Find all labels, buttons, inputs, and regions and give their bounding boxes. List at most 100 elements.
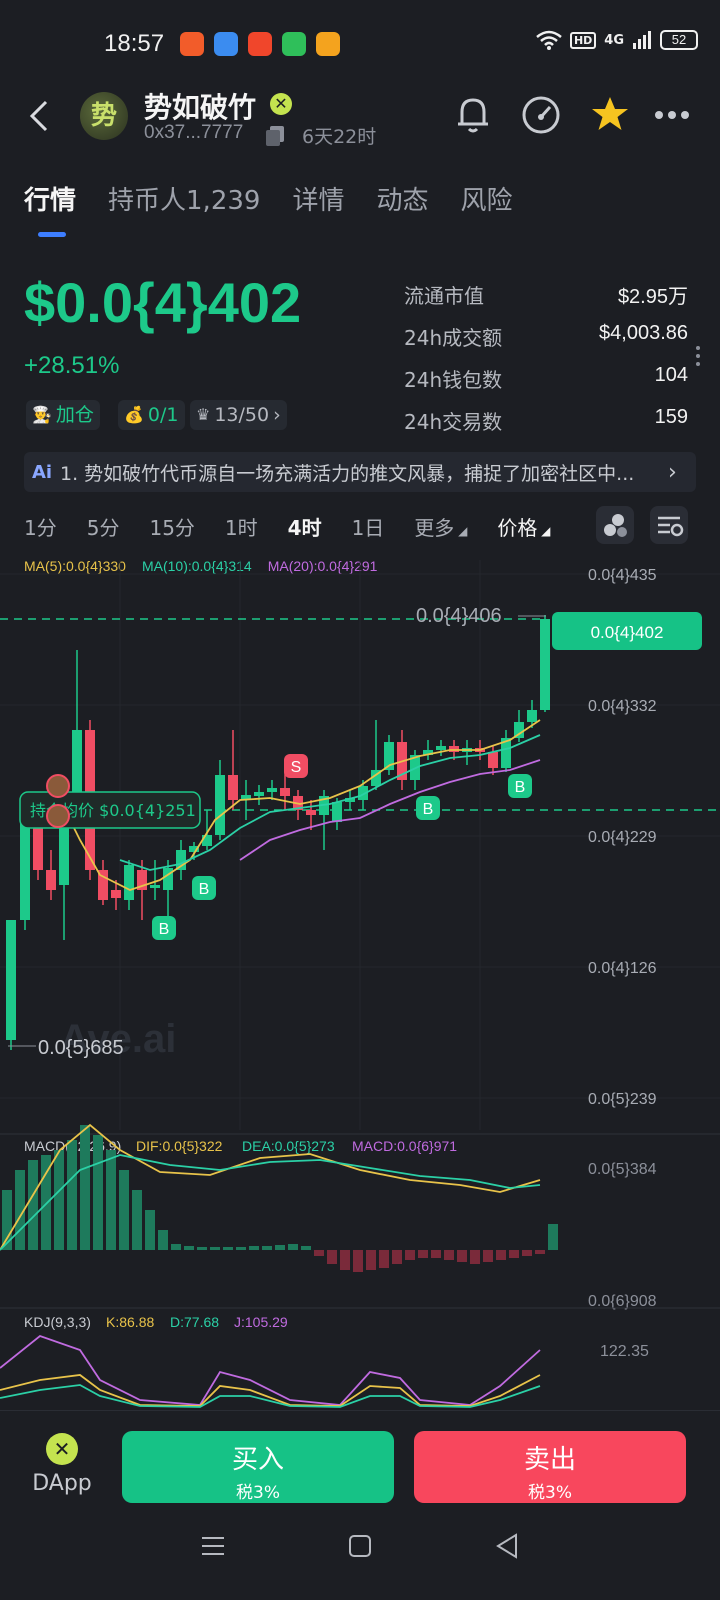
buy-label: 买入 [231, 1445, 284, 1475]
candle-body [228, 775, 238, 800]
macd-bar [431, 1250, 441, 1258]
candle-body [306, 810, 316, 815]
interval-more-label: 更多 [414, 516, 455, 540]
interval-1h[interactable]: 1时 [225, 512, 258, 541]
macd-bar [366, 1250, 376, 1270]
low-price-label: 0.0{5}685 [38, 1037, 124, 1059]
interval-15m[interactable]: 15分 [149, 512, 194, 541]
kdj-title: KDJ(9,3,3) [24, 1314, 91, 1330]
macd-bar [119, 1170, 129, 1250]
gauge-icon[interactable] [520, 94, 562, 136]
macd-bar [301, 1246, 311, 1250]
tab-holders[interactable]: 持币人1,239 [108, 180, 260, 217]
sell-button[interactable]: 卖出 税3% [414, 1431, 686, 1503]
stat-row: 24h成交额 $4,003.86 [404, 322, 688, 364]
indicator-toggle-button[interactable] [596, 506, 634, 544]
bottom-action-bar: ✕ DApp 买入 税3% 卖出 税3% [0, 1410, 720, 1600]
app-notification-icon [248, 32, 272, 56]
stat-row: 24h交易数 159 [404, 406, 688, 448]
buy-tax: 税3% [236, 1483, 280, 1503]
macd-bar [262, 1246, 272, 1250]
ratio-chip[interactable]: 💰 0/1 [118, 400, 185, 430]
macd-bar [93, 1135, 103, 1250]
battery-indicator: 52 [660, 30, 698, 50]
macd-bar [522, 1250, 532, 1256]
trade-marker-label: B [159, 921, 170, 938]
macd-bar [249, 1246, 259, 1250]
macd-bar [132, 1190, 142, 1250]
tab-bar: 行情 持币人1,239 详情 动态 风险 [24, 180, 513, 217]
macd-bar [184, 1246, 194, 1250]
token-header: 势 势如破竹 ✕ 0x37...7777 6天22时 [0, 86, 720, 156]
trader-avatar[interactable] [46, 804, 70, 828]
candle-body [280, 788, 290, 796]
stats-panel: 流通市值 $2.95万 24h成交额 $4,003.86 24h钱包数 104 24h… [404, 280, 688, 448]
verified-icon: ✕ [270, 93, 292, 115]
stat-label: 流通市值 [404, 284, 484, 308]
y-axis-label: 0.0{4}229 [588, 829, 657, 846]
stat-value: $4,003.86 [599, 322, 688, 344]
macd-bar [2, 1190, 12, 1250]
vertical-dots-icon[interactable] [694, 344, 702, 368]
buy-button[interactable]: 买入 税3% [122, 1431, 394, 1503]
macd-bar [314, 1250, 324, 1256]
tab-risk[interactable]: 风险 [460, 180, 512, 217]
stat-label: 24h成交额 [404, 326, 503, 350]
tab-market[interactable]: 行情 [24, 180, 76, 217]
ai-summary-banner[interactable]: Ai 1. 势如破竹代币源自一场充满活力的推文风暴，捕捉了加密社区中... › [24, 452, 696, 492]
candlestick-chart[interactable]: Ave.ai 0.0{4}4350.0{4}3320.0{4}2290.0{4}… [0, 560, 720, 1410]
trader-avatar[interactable] [46, 774, 70, 798]
stat-value: $2.95万 [617, 286, 688, 308]
menu-icon[interactable] [198, 1531, 228, 1561]
trade-marker-label: S [291, 759, 302, 776]
interval-more[interactable]: 更多 ◢ [414, 512, 467, 541]
more-icon[interactable] [654, 110, 690, 120]
kdj-j: J:105.29 [234, 1314, 288, 1330]
macd-bar [275, 1245, 285, 1250]
chart-settings-button[interactable] [650, 506, 688, 544]
crown-icon: ♛ [196, 405, 211, 424]
dapp-button[interactable]: ✕ DApp [30, 1433, 94, 1496]
y-axis-label: 0.0{5}239 [588, 1091, 657, 1108]
current-price-tag: 0.0{4}402 [591, 623, 664, 642]
candle-body [6, 920, 16, 1040]
rank-chip[interactable]: ♛ 13/50 › [190, 400, 287, 430]
price-mode-selector[interactable]: 价格 ◢ [497, 512, 550, 541]
macd-bar [470, 1250, 480, 1264]
app-notification-icon [214, 32, 238, 56]
add-position-chip[interactable]: 👨‍🍳 加仓 [26, 400, 100, 430]
candle-body [215, 775, 225, 835]
interval-5m[interactable]: 5分 [87, 512, 120, 541]
app-notification-icon [316, 32, 340, 56]
money-bag-icon: 💰 [124, 405, 144, 424]
sell-label: 卖出 [523, 1445, 576, 1475]
back-nav-icon[interactable] [492, 1531, 522, 1561]
tab-details[interactable]: 详情 [292, 180, 344, 217]
stat-row: 流通市值 $2.95万 [404, 280, 688, 322]
chevron-right-icon: › [273, 404, 281, 426]
candle-body [540, 619, 550, 710]
star-icon[interactable] [590, 94, 630, 134]
candle-body [267, 788, 277, 792]
tab-activity[interactable]: 动态 [376, 180, 428, 217]
macd-y-bottom: 0.0{6}908 [588, 1293, 657, 1310]
interval-1d[interactable]: 1日 [352, 512, 385, 541]
macd-bar [496, 1250, 506, 1260]
candle-body [254, 792, 264, 796]
bell-icon[interactable] [454, 94, 492, 134]
home-icon[interactable] [345, 1531, 375, 1561]
macd-bar [28, 1160, 38, 1250]
token-age: 6天22时 [302, 126, 377, 148]
interval-4h[interactable]: 4时 [288, 512, 322, 541]
hd-indicator: HD [569, 31, 597, 49]
copy-icon[interactable] [264, 124, 286, 146]
trade-marker-label: B [423, 801, 434, 818]
candle-body [449, 746, 459, 752]
interval-1m[interactable]: 1分 [24, 512, 57, 541]
back-icon[interactable] [28, 100, 52, 132]
kdj-y-top: 122.35 [600, 1343, 649, 1360]
candle-body [202, 835, 212, 846]
interval-selector: 1分 5分 15分 1时 4时 1日 更多 ◢ 价格 ◢ [24, 512, 580, 541]
macd-bar [353, 1250, 363, 1272]
macd-bar [535, 1250, 545, 1254]
